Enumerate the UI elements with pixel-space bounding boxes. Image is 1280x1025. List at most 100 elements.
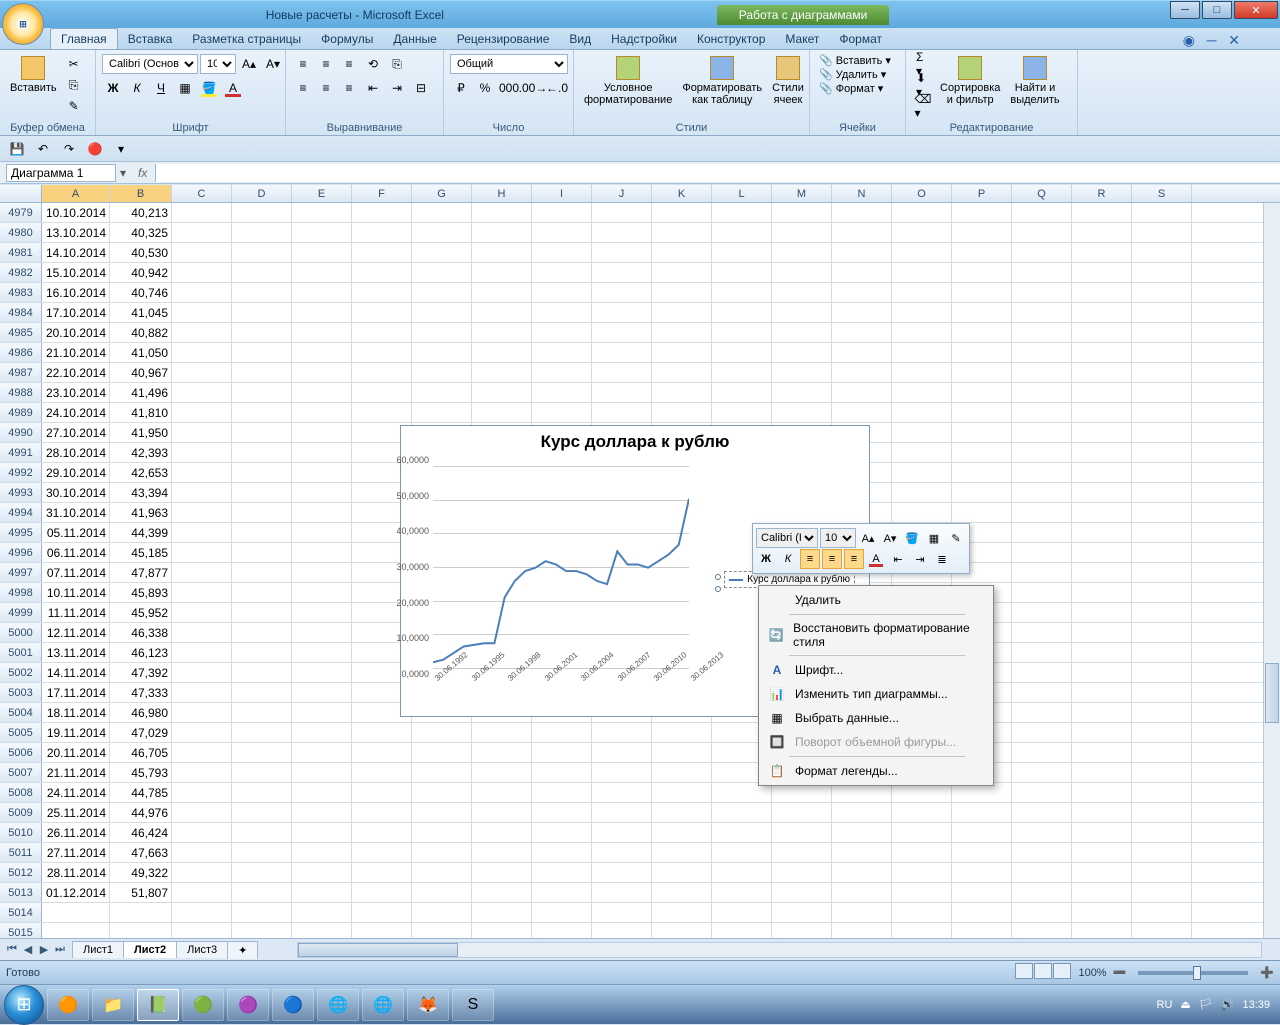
cell[interactable]: 46,338	[110, 623, 172, 642]
cell[interactable]: 24.10.2014	[42, 403, 110, 422]
cell[interactable]	[292, 623, 352, 642]
increase-decimal-button[interactable]: .00→	[522, 78, 544, 98]
cell[interactable]	[352, 883, 412, 902]
ctx-reset-style[interactable]: 🔄Восстановить форматирование стиля	[761, 617, 991, 653]
shrink-font-button[interactable]: A▾	[262, 54, 284, 74]
format-cells-button[interactable]: 📎 Формат ▾	[816, 82, 894, 95]
cell[interactable]	[292, 583, 352, 602]
cell[interactable]	[232, 683, 292, 702]
cell[interactable]	[232, 643, 292, 662]
cell[interactable]	[592, 223, 652, 242]
cell[interactable]	[712, 803, 772, 822]
cell[interactable]	[1132, 423, 1192, 442]
zoom-level[interactable]: 100%	[1078, 967, 1106, 979]
cell[interactable]	[832, 843, 892, 862]
font-name-select[interactable]: Calibri (Основн	[102, 54, 198, 74]
cell[interactable]	[592, 843, 652, 862]
cell[interactable]	[832, 223, 892, 242]
cell[interactable]	[832, 303, 892, 322]
taskbar-app-6[interactable]: 🌐	[317, 989, 359, 1021]
cell[interactable]	[42, 923, 110, 938]
cell[interactable]	[352, 343, 412, 362]
cell[interactable]	[292, 823, 352, 842]
cell[interactable]	[232, 543, 292, 562]
column-header-E[interactable]: E	[292, 185, 352, 202]
cell[interactable]	[532, 763, 592, 782]
row-header[interactable]: 4981	[0, 243, 42, 262]
cell[interactable]: 28.11.2014	[42, 863, 110, 882]
cell[interactable]	[952, 503, 1012, 522]
cell[interactable]	[652, 843, 712, 862]
cell[interactable]	[472, 863, 532, 882]
cell[interactable]	[532, 303, 592, 322]
wrap-text-button[interactable]: ⎘	[386, 54, 408, 74]
cell[interactable]: 11.11.2014	[42, 603, 110, 622]
row-header[interactable]: 5011	[0, 843, 42, 862]
cell[interactable]	[172, 783, 232, 802]
taskbar-app-3[interactable]: 🟢	[182, 989, 224, 1021]
column-header-F[interactable]: F	[352, 185, 412, 202]
fx-icon[interactable]: fx	[138, 166, 147, 180]
cell[interactable]	[1132, 663, 1192, 682]
row-header[interactable]: 4992	[0, 463, 42, 482]
cell[interactable]	[1012, 443, 1072, 462]
cell[interactable]	[292, 483, 352, 502]
cell[interactable]	[232, 383, 292, 402]
cell[interactable]	[412, 883, 472, 902]
find-select-button[interactable]: Найти и выделить	[1006, 54, 1063, 108]
row-header[interactable]: 5003	[0, 683, 42, 702]
cell[interactable]	[472, 223, 532, 242]
cell[interactable]	[772, 923, 832, 938]
cell[interactable]	[1132, 343, 1192, 362]
mini-align-left[interactable]: ≡	[800, 549, 820, 569]
cell[interactable]	[892, 443, 952, 462]
cell[interactable]	[892, 303, 952, 322]
cell[interactable]	[1072, 883, 1132, 902]
cell[interactable]	[232, 723, 292, 742]
cell[interactable]	[952, 903, 1012, 922]
table-row[interactable]: 498823.10.201441,496	[0, 383, 1263, 403]
orientation-button[interactable]: ⟲	[362, 54, 384, 74]
cell[interactable]	[1012, 383, 1072, 402]
cell[interactable]	[172, 443, 232, 462]
cell[interactable]	[532, 363, 592, 382]
cell[interactable]	[352, 843, 412, 862]
cell[interactable]	[892, 483, 952, 502]
row-header[interactable]: 5015	[0, 923, 42, 938]
cell[interactable]	[232, 743, 292, 762]
cell[interactable]	[172, 843, 232, 862]
cell[interactable]	[652, 923, 712, 938]
cell[interactable]	[592, 263, 652, 282]
cell[interactable]	[472, 723, 532, 742]
column-header-B[interactable]: B	[110, 185, 172, 202]
cell[interactable]	[1012, 423, 1072, 442]
cell[interactable]	[472, 203, 532, 222]
cell[interactable]	[892, 883, 952, 902]
cell[interactable]	[172, 543, 232, 562]
cell[interactable]	[532, 243, 592, 262]
cell[interactable]	[172, 683, 232, 702]
cell[interactable]	[1012, 823, 1072, 842]
cell[interactable]	[1132, 763, 1192, 782]
cell[interactable]	[352, 383, 412, 402]
cell[interactable]	[712, 883, 772, 902]
cell[interactable]	[472, 283, 532, 302]
cell[interactable]	[1132, 523, 1192, 542]
cell[interactable]: 44,785	[110, 783, 172, 802]
cell[interactable]	[772, 863, 832, 882]
cell[interactable]	[172, 703, 232, 722]
cell[interactable]	[472, 763, 532, 782]
cell[interactable]	[712, 863, 772, 882]
cell[interactable]	[412, 783, 472, 802]
cell[interactable]	[352, 723, 412, 742]
cell[interactable]	[772, 343, 832, 362]
cell[interactable]	[172, 343, 232, 362]
cell[interactable]	[532, 743, 592, 762]
select-all-corner[interactable]	[0, 185, 42, 202]
cell-styles-button[interactable]: Стили ячеек	[768, 54, 808, 108]
row-header[interactable]: 5014	[0, 903, 42, 922]
insert-cells-button[interactable]: 📎 Вставить ▾	[816, 54, 894, 67]
cell[interactable]	[472, 383, 532, 402]
cell[interactable]	[232, 483, 292, 502]
column-header-H[interactable]: H	[472, 185, 532, 202]
